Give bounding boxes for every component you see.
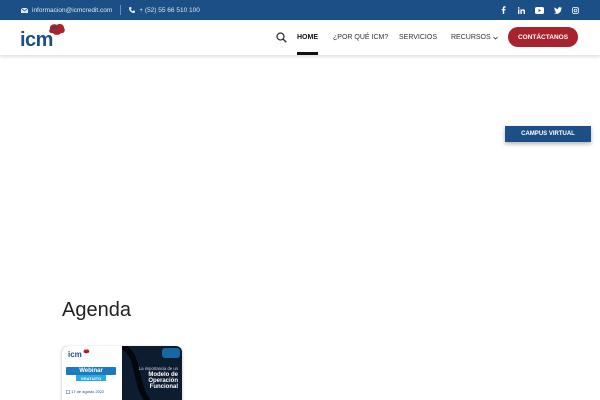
card-right-panel: La importancia de un Modelo de Operación… xyxy=(122,346,182,400)
twitter-icon[interactable] xyxy=(549,0,566,20)
phone-icon xyxy=(129,7,136,13)
nav-recursos[interactable]: RECURSOS xyxy=(451,20,498,55)
card-logo-text: icm xyxy=(68,350,82,359)
nav-servicios[interactable]: SERVICIOS xyxy=(399,20,437,55)
logo-shape-icon xyxy=(49,24,65,35)
nav-home[interactable]: HOME xyxy=(297,20,318,55)
webinar-badge: Webinar xyxy=(66,367,116,375)
envelope-icon xyxy=(21,7,28,13)
active-indicator xyxy=(297,52,318,55)
youtube-icon[interactable] xyxy=(531,0,548,20)
site-header: icm HOME ¿POR QUÉ ICM? SERVICIOS RECURSO… xyxy=(0,20,600,55)
nav-resources-label: RECURSOS xyxy=(451,34,491,41)
facebook-icon[interactable] xyxy=(495,0,512,20)
linkedin-icon[interactable] xyxy=(513,0,530,20)
card-logo: icm xyxy=(68,349,90,359)
calendar-icon xyxy=(66,390,70,394)
contact-info: informacion@icmcredit.com + (52) 55 66 5… xyxy=(21,5,200,15)
page: informacion@icmcredit.com + (52) 55 66 5… xyxy=(0,0,600,400)
contact-button[interactable]: CONTÁCTANOS xyxy=(508,27,578,47)
search-icon[interactable] xyxy=(276,32,287,43)
instagram-icon[interactable] xyxy=(567,0,584,20)
agenda-heading: Agenda xyxy=(62,299,131,321)
nav-por-que-icm[interactable]: ¿POR QUÉ ICM? xyxy=(333,20,388,55)
free-badge: GRATUITO xyxy=(76,375,106,381)
nav-why-label: ¿POR QUÉ ICM? xyxy=(333,34,389,41)
event-date-text: 17 de agosto 2022 xyxy=(71,389,105,394)
nav-home-label: HOME xyxy=(297,34,318,41)
card-title-line4: Funcional xyxy=(149,384,178,390)
social-links xyxy=(495,0,584,20)
email-text: informacion@icmcredit.com xyxy=(32,6,113,14)
chevron-down-icon xyxy=(492,36,498,40)
divider xyxy=(120,5,122,15)
card-title: La importancia de un Modelo de Operación… xyxy=(139,366,178,390)
email-link[interactable]: informacion@icmcredit.com xyxy=(21,7,112,14)
event-date: 17 de agosto 2022 xyxy=(66,389,104,394)
phone-link[interactable]: + (52) 55 66 510 100 xyxy=(129,7,200,14)
nav-services-label: SERVICIOS xyxy=(399,34,437,41)
icm-logo[interactable]: icm xyxy=(20,23,66,51)
webinar-card[interactable]: icm Webinar GRATUITO 17 de agosto 2022 L… xyxy=(62,346,182,400)
campus-virtual-button[interactable]: CAMPUS VIRTUAL xyxy=(505,126,591,142)
phone-text: + (52) 55 66 510 100 xyxy=(139,6,200,14)
logo-shape-icon xyxy=(83,349,90,354)
top-bar: informacion@icmcredit.com + (52) 55 66 5… xyxy=(0,0,600,20)
card-left-panel: icm Webinar GRATUITO 17 de agosto 2022 xyxy=(62,346,122,400)
